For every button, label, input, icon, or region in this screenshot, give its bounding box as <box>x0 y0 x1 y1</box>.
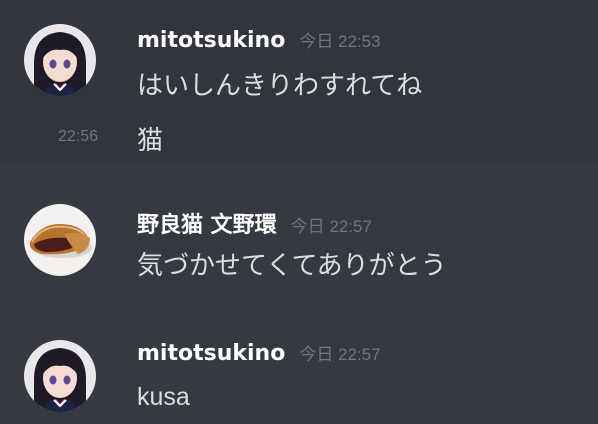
message-text: 気づかせてくてありがとう <box>137 251 447 281</box>
timestamp[interactable]: 今日 22:57 <box>299 345 380 364</box>
message-text: kusa <box>137 383 190 411</box>
username[interactable]: mitotsukino <box>137 341 285 366</box>
username[interactable]: 野良猫 文野環 <box>137 213 277 238</box>
message-group: 野良猫 文野環 今日 22:57 気づかせてくてありがとう <box>0 180 598 300</box>
anime-girl-avatar[interactable] <box>24 24 96 96</box>
dorayaki-avatar[interactable] <box>24 204 96 276</box>
avatar-image <box>24 340 96 412</box>
message-text: はいしんきりわすれてね <box>137 71 423 101</box>
message-header: 野良猫 文野環 今日 22:57 <box>137 207 372 238</box>
username[interactable]: mitotsukino <box>137 28 285 53</box>
message-group: mitotsukino 今日 22:57 kusa <box>0 316 598 424</box>
timestamp[interactable]: 今日 22:53 <box>299 32 380 51</box>
message-header: mitotsukino 今日 22:57 <box>137 340 381 370</box>
hover-timestamp[interactable]: 22:56 <box>58 128 98 146</box>
avatar-image <box>24 24 96 96</box>
message-header: mitotsukino 今日 22:53 <box>137 27 381 57</box>
avatar-image <box>24 204 96 276</box>
message-group: mitotsukino 今日 22:53 はいしんきりわすれてね 22:56 猫 <box>0 0 598 163</box>
message-text: 猫 <box>137 126 164 156</box>
timestamp[interactable]: 今日 22:57 <box>291 217 372 236</box>
anime-girl-avatar[interactable] <box>24 340 96 412</box>
